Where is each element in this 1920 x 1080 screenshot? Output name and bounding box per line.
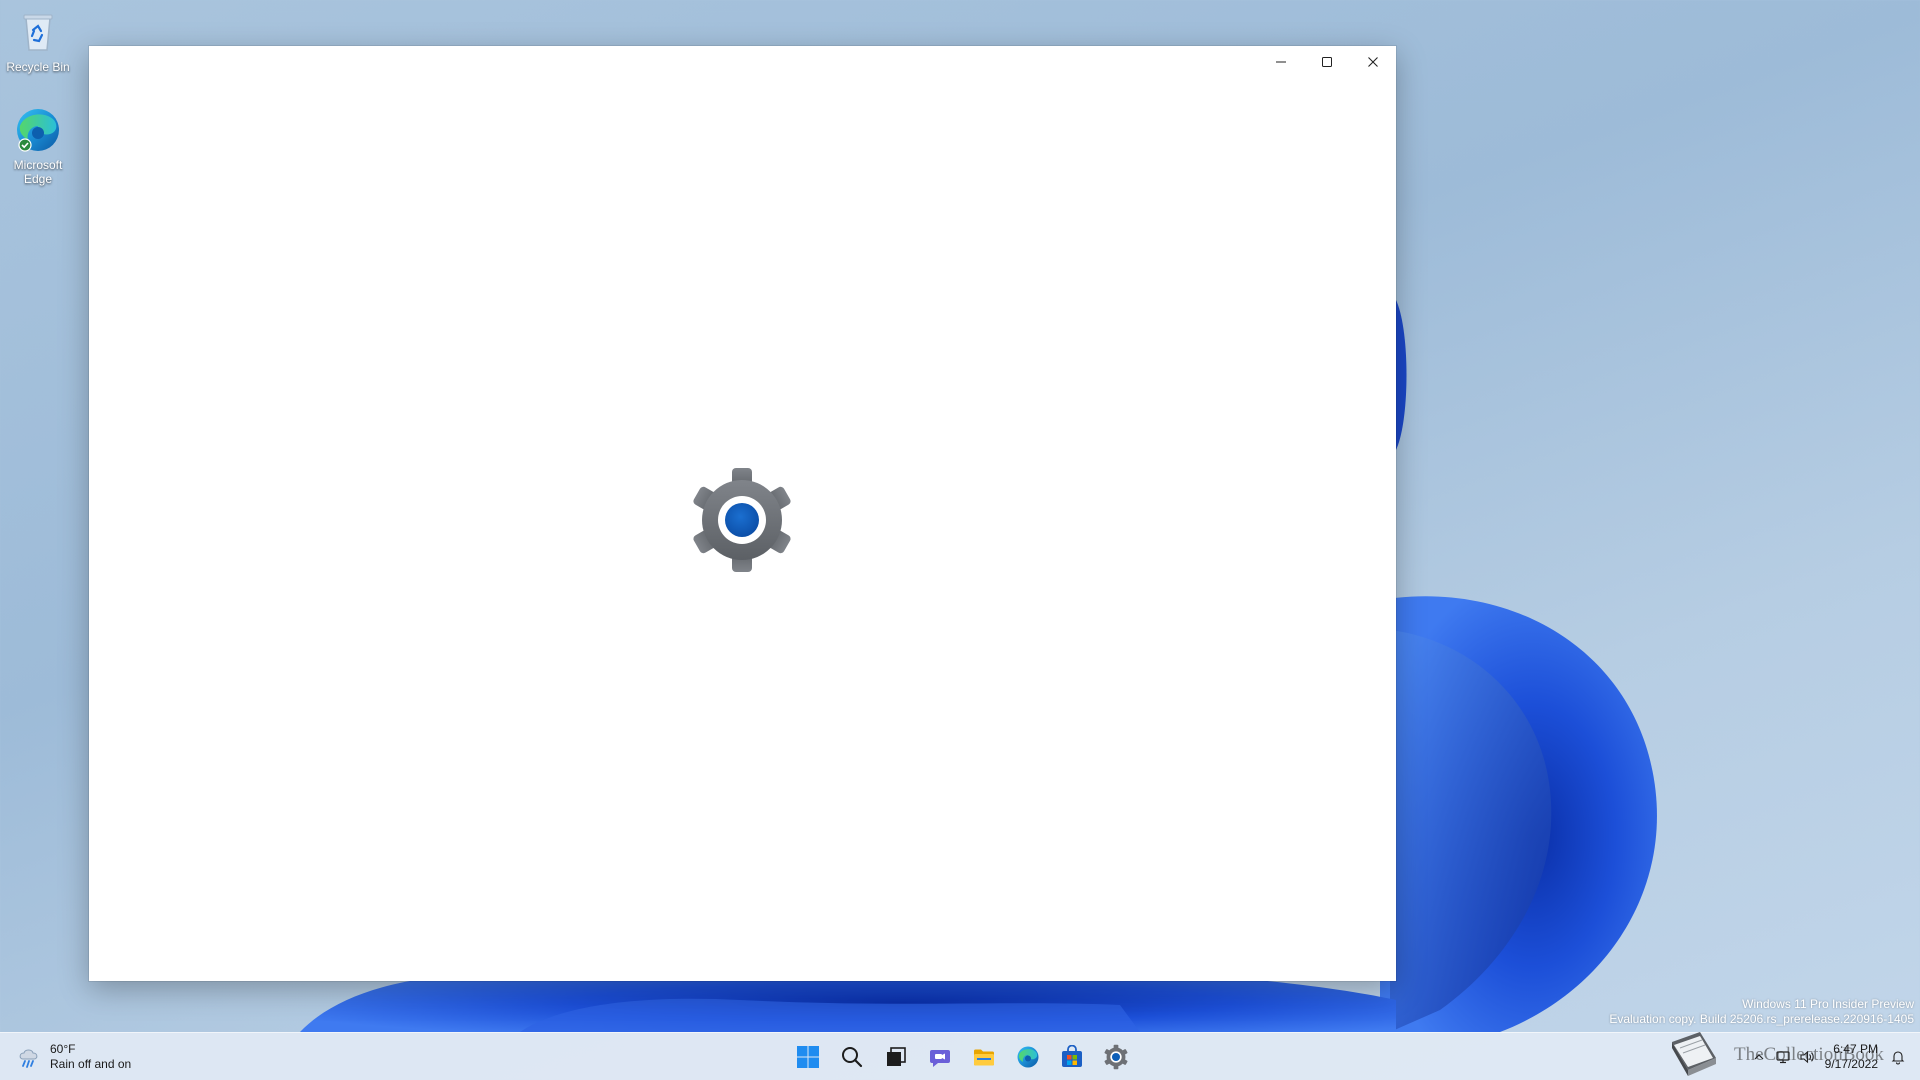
book-logo-icon — [1672, 1032, 1716, 1076]
volume-icon — [1800, 1050, 1814, 1064]
shortcut-check-icon — [18, 138, 32, 152]
weather-condition: Rain off and on — [50, 1057, 132, 1071]
weather-temperature: 60°F — [50, 1042, 76, 1056]
edge-taskbar-button[interactable] — [1008, 1037, 1048, 1077]
weather-widget[interactable]: 60°F Rain off and on — [16, 1039, 131, 1075]
recycle-bin-icon — [14, 8, 62, 56]
edge-icon — [1017, 1046, 1039, 1068]
desktop-icon-label: Microsoft Edge — [13, 158, 63, 186]
clock-date: 9/17/2022 — [1824, 1057, 1878, 1071]
gear-icon — [1104, 1044, 1128, 1070]
show-hidden-icons-button[interactable] — [1747, 1045, 1771, 1069]
system-tray: 6:47 PM 9/17/2022 — [1747, 1033, 1920, 1080]
notification-button[interactable] — [1886, 1045, 1910, 1069]
desktop-icon-label: Recycle Bin — [6, 60, 70, 74]
clock-time: 6:47 PM — [1833, 1042, 1878, 1056]
volume-button[interactable] — [1795, 1045, 1819, 1069]
chat-button[interactable] — [920, 1037, 960, 1077]
watermark-line-1: Windows 11 Pro Insider Preview — [1742, 997, 1914, 1011]
close-button[interactable] — [1350, 46, 1396, 78]
rain-cloud-icon — [19, 1049, 38, 1068]
store-button[interactable] — [1052, 1037, 1092, 1077]
edge-icon — [14, 106, 62, 154]
maximize-icon — [1322, 57, 1332, 67]
desktop-icon-recycle-bin[interactable]: Recycle Bin — [0, 8, 76, 74]
network-icon — [1776, 1051, 1790, 1064]
task-view-icon — [887, 1047, 906, 1066]
desktop-icon-edge[interactable]: Microsoft Edge — [0, 106, 76, 186]
taskbar: 60°F Rain off and on 6:47 PM 9/17/2022 — [0, 1032, 1920, 1080]
store-icon — [1062, 1045, 1082, 1067]
close-icon — [1368, 57, 1378, 67]
settings-gear-icon — [693, 468, 791, 572]
search-button[interactable] — [832, 1037, 872, 1077]
chevron-up-icon — [1754, 1054, 1764, 1060]
caption-buttons — [1258, 46, 1396, 78]
maximize-button[interactable] — [1304, 46, 1350, 78]
teams-chat-icon — [930, 1050, 950, 1067]
task-view-button[interactable] — [876, 1037, 916, 1077]
minimize-button[interactable] — [1258, 46, 1304, 78]
taskbar-apps — [788, 1037, 1136, 1077]
search-icon — [842, 1047, 863, 1068]
minimize-icon — [1276, 61, 1286, 63]
watermark-line-2: Evaluation copy. Build 25206.rs_prerelea… — [1609, 1012, 1914, 1026]
folder-icon — [974, 1049, 994, 1066]
network-button[interactable] — [1771, 1045, 1795, 1069]
windows-logo-icon — [797, 1046, 819, 1068]
evaluation-watermark: Windows 11 Pro Insider Preview Evaluatio… — [1609, 997, 1914, 1027]
notification-bell-icon — [1891, 1051, 1905, 1065]
settings-taskbar-button[interactable] — [1096, 1037, 1136, 1077]
settings-window[interactable] — [89, 46, 1396, 981]
file-explorer-button[interactable] — [964, 1037, 1004, 1077]
start-button[interactable] — [788, 1037, 828, 1077]
clock[interactable]: 6:47 PM 9/17/2022 — [1825, 1042, 1878, 1072]
